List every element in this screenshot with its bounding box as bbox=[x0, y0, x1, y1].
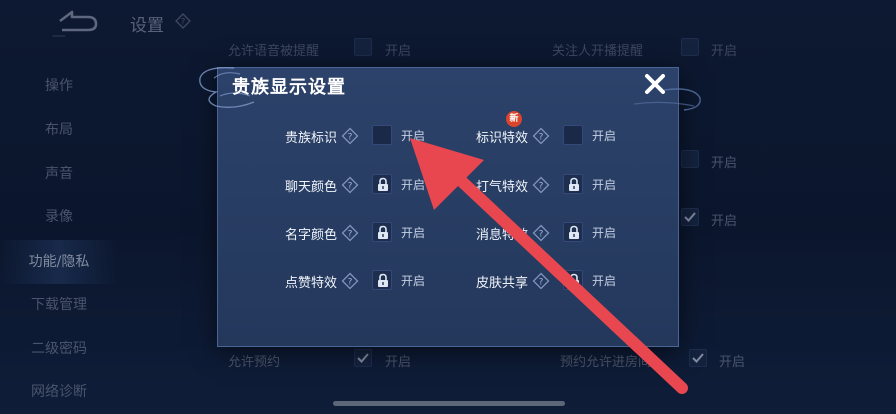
locked-toggle[interactable] bbox=[372, 270, 392, 290]
lock-icon bbox=[569, 177, 579, 191]
lock-icon bbox=[378, 177, 388, 191]
setting-name-color: 名字颜色 ? 开启 bbox=[273, 222, 473, 246]
setting-label: 聊天颜色 bbox=[284, 180, 337, 195]
locked-toggle[interactable] bbox=[563, 222, 583, 242]
noble-display-dialog: 贵族显示设置 贵族标识 ? 开启 标识特效 新 ? 开启 聊天颜色 ? 开启 打… bbox=[199, 67, 701, 347]
svg-text:?: ? bbox=[348, 230, 353, 240]
locked-toggle[interactable] bbox=[372, 174, 392, 194]
setting-like-effect: 点赞特效 ? 开启 bbox=[273, 270, 473, 294]
toggle-text: 开启 bbox=[401, 129, 426, 143]
svg-text:?: ? bbox=[348, 133, 353, 143]
setting-badge-effect: 标识特效 新 ? 开启 bbox=[464, 111, 664, 149]
toggle-text: 开启 bbox=[592, 274, 617, 288]
lock-icon bbox=[378, 225, 388, 239]
toggle-checkbox[interactable] bbox=[372, 125, 392, 145]
help-diamond-icon[interactable]: ? bbox=[532, 272, 550, 290]
toggle-checkbox[interactable] bbox=[563, 125, 583, 145]
svg-text:?: ? bbox=[539, 230, 544, 240]
setting-label: 消息特效 bbox=[475, 228, 528, 243]
toggle-text: 开启 bbox=[401, 178, 426, 192]
toggle-text: 开启 bbox=[592, 129, 617, 143]
toggle-text: 开启 bbox=[401, 274, 426, 288]
help-diamond-icon[interactable]: ? bbox=[341, 176, 359, 194]
setting-label: 点赞特效 bbox=[284, 276, 337, 291]
help-diamond-icon[interactable]: ? bbox=[341, 224, 359, 242]
locked-toggle[interactable] bbox=[563, 174, 583, 194]
toggle-text: 开启 bbox=[401, 226, 426, 240]
dialog-title: 贵族显示设置 bbox=[232, 77, 346, 98]
setting-label: 皮肤共享 bbox=[475, 276, 528, 291]
help-diamond-icon[interactable]: ? bbox=[341, 272, 359, 290]
svg-text:?: ? bbox=[539, 133, 544, 143]
close-x-icon[interactable] bbox=[643, 72, 667, 96]
new-badge: 新 bbox=[506, 111, 522, 127]
setting-message-effect: 消息特效 ? 开启 bbox=[464, 222, 664, 246]
locked-toggle[interactable] bbox=[563, 270, 583, 290]
svg-text:?: ? bbox=[539, 182, 544, 192]
setting-cheer-effect: 打气特效 ? 开启 bbox=[464, 174, 664, 198]
lock-icon bbox=[378, 273, 388, 287]
setting-label: 标识特效 bbox=[475, 131, 528, 146]
help-diamond-icon[interactable]: ? bbox=[532, 176, 550, 194]
setting-skin-share: 皮肤共享 ? 开启 bbox=[464, 270, 664, 294]
toggle-text: 开启 bbox=[592, 226, 617, 240]
setting-noble-badge: 贵族标识 ? 开启 bbox=[273, 125, 473, 149]
svg-text:?: ? bbox=[348, 278, 353, 288]
lock-icon bbox=[569, 225, 579, 239]
setting-label: 贵族标识 bbox=[284, 131, 337, 146]
lock-icon bbox=[569, 273, 579, 287]
setting-label: 名字颜色 bbox=[284, 228, 337, 243]
setting-chat-color: 聊天颜色 ? 开启 bbox=[273, 174, 473, 198]
help-diamond-icon[interactable]: ? bbox=[532, 224, 550, 242]
locked-toggle[interactable] bbox=[372, 222, 392, 242]
toggle-text: 开启 bbox=[592, 178, 617, 192]
svg-text:?: ? bbox=[348, 182, 353, 192]
help-diamond-icon[interactable]: ? bbox=[341, 127, 359, 145]
setting-label: 打气特效 bbox=[475, 180, 528, 195]
svg-text:?: ? bbox=[539, 278, 544, 288]
help-diamond-icon[interactable]: ? bbox=[532, 127, 550, 145]
